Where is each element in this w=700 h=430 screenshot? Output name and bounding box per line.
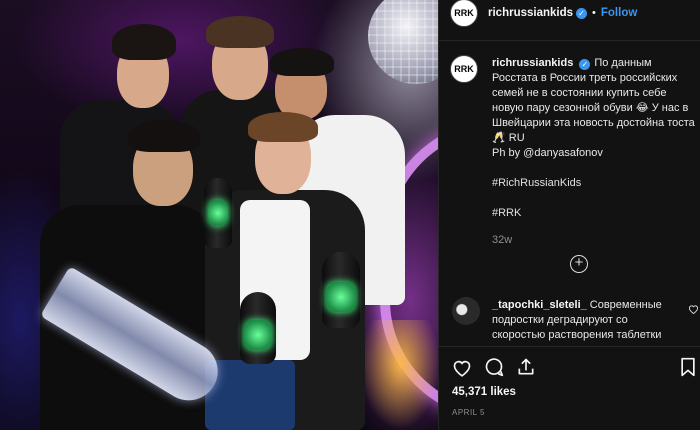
plus-circle-icon[interactable]: + — [570, 255, 588, 273]
header-divider — [438, 40, 700, 41]
separator-dot: • — [592, 7, 596, 19]
caption-avatar[interactable]: RRK — [450, 55, 478, 83]
author-avatar[interactable]: RRK — [450, 0, 478, 27]
post-date: APRIL 5 — [452, 408, 485, 417]
champagne-bottle-3 — [322, 252, 360, 328]
caption-time-ago: 32w — [492, 234, 513, 246]
post-header: RRK richrussiankids ✓ • Follow — [450, 0, 637, 27]
comment-like-icon[interactable] — [688, 304, 699, 314]
comment-body: _tapochki_sleteli_ Современные подростки … — [492, 298, 674, 343]
caption-credit[interactable]: Ph by @danyasafonov — [492, 146, 697, 161]
champagne-bottle-1 — [204, 178, 232, 248]
share-icon[interactable] — [516, 357, 536, 377]
post-actions — [452, 357, 536, 377]
caption-author-avatar[interactable]: RRK — [450, 55, 478, 83]
orange-light — [360, 320, 438, 430]
bookmark-icon[interactable] — [680, 357, 696, 377]
caption-text: По данным Росстата в России треть россий… — [492, 57, 695, 144]
hashtag-richrussiankids[interactable]: #RichRussianKids — [492, 176, 697, 191]
comment-icon[interactable] — [484, 357, 504, 377]
commenter-avatar[interactable] — [452, 297, 480, 325]
post-caption: richrussiankids ✓ По данным Росстата в Рос… — [492, 56, 697, 221]
caption-verified-icon: ✓ — [579, 59, 591, 70]
caption-username[interactable]: richrussiankids — [492, 57, 573, 69]
follow-button[interactable]: Follow — [601, 7, 637, 19]
verified-icon: ✓ — [576, 7, 588, 19]
actions-divider — [438, 346, 700, 347]
hashtag-rrk[interactable]: #RRK — [492, 206, 697, 221]
champagne-bottle-2 — [240, 292, 276, 364]
heart-icon[interactable] — [452, 358, 472, 377]
author-username[interactable]: richrussiankids — [488, 7, 573, 19]
like-count[interactable]: 45,371 likes — [452, 386, 516, 398]
post-photo[interactable] — [0, 0, 438, 430]
commenter-username[interactable]: _tapochki_sleteli_ — [492, 299, 587, 311]
disco-ball — [368, 0, 438, 84]
